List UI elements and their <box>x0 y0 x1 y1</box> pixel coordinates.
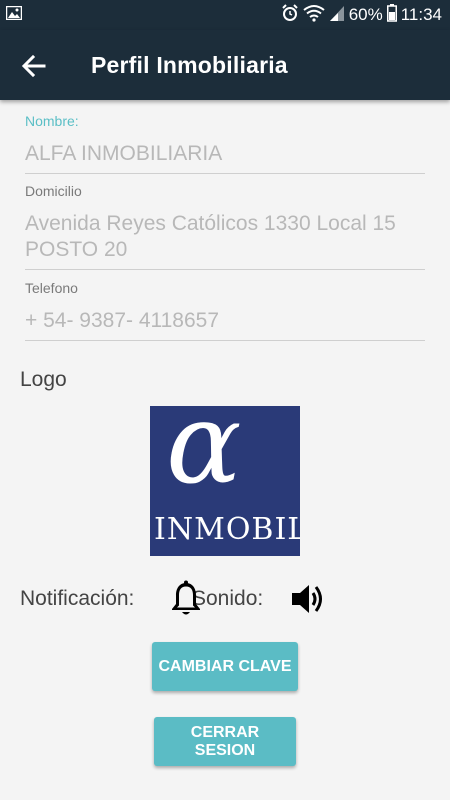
logo-label: Logo <box>20 368 67 391</box>
wifi-icon <box>303 4 325 27</box>
bell-icon[interactable] <box>169 580 203 618</box>
arrow-back-icon[interactable] <box>20 52 48 80</box>
domicilio-label: Domicilio <box>25 183 82 199</box>
app-bar: Perfil Inmobiliaria <box>0 30 450 100</box>
status-icons: 60% 11:34 <box>281 3 442 27</box>
logo-image[interactable]: α INMOBIL <box>150 406 300 556</box>
domicilio-input[interactable]: Avenida Reyes Católicos 1330 Local 15 PO… <box>25 211 425 270</box>
battery-text: 60% <box>348 5 383 24</box>
telefono-input[interactable]: + 54- 9387- 4118657 <box>25 308 425 341</box>
telefono-field[interactable]: Telefono + 54- 9387- 4118657 <box>25 280 425 341</box>
cambiar-clave-button[interactable]: CAMBIAR CLAVE <box>152 642 298 691</box>
battery-icon <box>386 3 397 27</box>
image-icon <box>5 5 23 21</box>
volume-icon[interactable] <box>290 582 328 616</box>
nombre-input[interactable]: ALFA INMOBILIARIA <box>25 141 425 174</box>
signal-icon <box>329 4 345 27</box>
nombre-field[interactable]: Nombre: ALFA INMOBILIARIA <box>25 113 425 174</box>
notificacion-label: Notificación: <box>20 587 135 610</box>
alarm-icon <box>281 3 299 27</box>
domicilio-field[interactable]: Domicilio Avenida Reyes Católicos 1330 L… <box>25 183 425 270</box>
page-title: Perfil Inmobiliaria <box>91 52 288 78</box>
telefono-label: Telefono <box>25 280 78 296</box>
clock-time: 11:34 <box>400 5 442 24</box>
alpha-glyph: α <box>166 406 242 509</box>
status-bar: 60% 11:34 <box>0 0 450 30</box>
cerrar-sesion-button[interactable]: CERRAR SESION <box>154 717 296 766</box>
logo-image-text: INMOBIL <box>154 512 300 547</box>
nombre-label: Nombre: <box>25 113 79 129</box>
